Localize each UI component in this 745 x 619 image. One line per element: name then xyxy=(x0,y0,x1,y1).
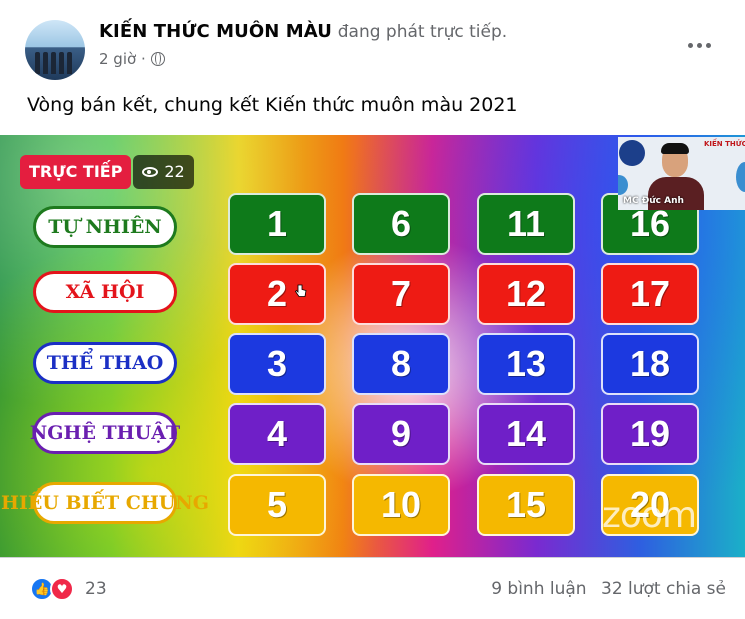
question-tile: 19 xyxy=(601,403,699,465)
presenter-webcam: KIẾN THỨC MUÔN MÀU MC Đức Anh xyxy=(618,137,745,210)
facebook-post: KIẾN THỨC MUÔN MÀU đang phát trực tiếp. … xyxy=(0,0,745,619)
category-pill: TỰ NHIÊN xyxy=(33,206,177,248)
viewer-count: 22 xyxy=(164,162,185,181)
avatar-person xyxy=(43,52,48,74)
question-tile: 11 xyxy=(477,193,575,255)
zoom-watermark: zoom xyxy=(602,495,697,536)
viewer-count-badge: 22 xyxy=(133,155,194,189)
author-name[interactable]: KIẾN THỨC MUÔN MÀU xyxy=(99,21,332,42)
webcam-brand: KIẾN THỨC MUÔN MÀU xyxy=(704,140,745,148)
question-tile: 7 xyxy=(352,263,450,325)
avatar-person xyxy=(51,52,56,74)
post-caption: Vòng bán kết, chung kết Kiến thức muôn m… xyxy=(27,94,518,116)
question-tile: 6 xyxy=(352,193,450,255)
globe-icon xyxy=(150,52,165,66)
question-tile: 3 xyxy=(228,333,326,395)
live-badge: TRỰC TIẾP xyxy=(20,155,132,189)
category-pill: XÃ HỘI xyxy=(33,271,177,313)
more-options-icon[interactable] xyxy=(688,38,714,52)
hand-cursor-icon xyxy=(295,284,307,297)
post-meta: 2 giờ · xyxy=(99,50,165,68)
question-tile: 9 xyxy=(352,403,450,465)
comments-link[interactable]: 9 bình luận xyxy=(491,579,586,599)
reactions[interactable]: 👍 ♥ 23 xyxy=(30,577,107,601)
post-time[interactable]: 2 giờ · xyxy=(99,50,146,68)
question-tile: 10 xyxy=(352,474,450,536)
page-avatar[interactable] xyxy=(25,20,85,80)
category-pill: HIỂU BIẾT CHUNG xyxy=(1,482,209,524)
avatar-person xyxy=(35,52,40,74)
shares-link[interactable]: 32 lượt chia sẻ xyxy=(601,579,726,599)
post-stats: 9 bình luận 32 lượt chia sẻ xyxy=(491,579,726,599)
question-tile: 13 xyxy=(477,333,575,395)
question-tile: 18 xyxy=(601,333,699,395)
post-action: đang phát trực tiếp. xyxy=(337,22,508,42)
love-icon: ♥ xyxy=(50,577,74,601)
category-pill: THỂ THAO xyxy=(33,342,177,384)
avatar-person xyxy=(59,52,64,74)
question-tile: 4 xyxy=(228,403,326,465)
logo-icon xyxy=(619,140,645,166)
question-tile: 17 xyxy=(601,263,699,325)
question-tile: 2 xyxy=(228,263,326,325)
avatar-person xyxy=(67,52,72,74)
question-tile: 8 xyxy=(352,333,450,395)
divider xyxy=(0,557,745,558)
question-tile: 1 xyxy=(228,193,326,255)
question-tile: 15 xyxy=(477,474,575,536)
reaction-count[interactable]: 23 xyxy=(85,579,107,599)
question-tile: 14 xyxy=(477,403,575,465)
presenter-name: MC Đức Anh xyxy=(623,196,684,206)
question-tile: 5 xyxy=(228,474,326,536)
decor-circle xyxy=(736,162,745,192)
post-header: KIẾN THỨC MUÔN MÀU đang phát trực tiếp. xyxy=(99,21,507,42)
category-pill: NGHỆ THUẬT xyxy=(30,412,180,454)
eye-icon xyxy=(142,167,159,177)
question-tile: 12 xyxy=(477,263,575,325)
decor-circle xyxy=(618,175,628,195)
